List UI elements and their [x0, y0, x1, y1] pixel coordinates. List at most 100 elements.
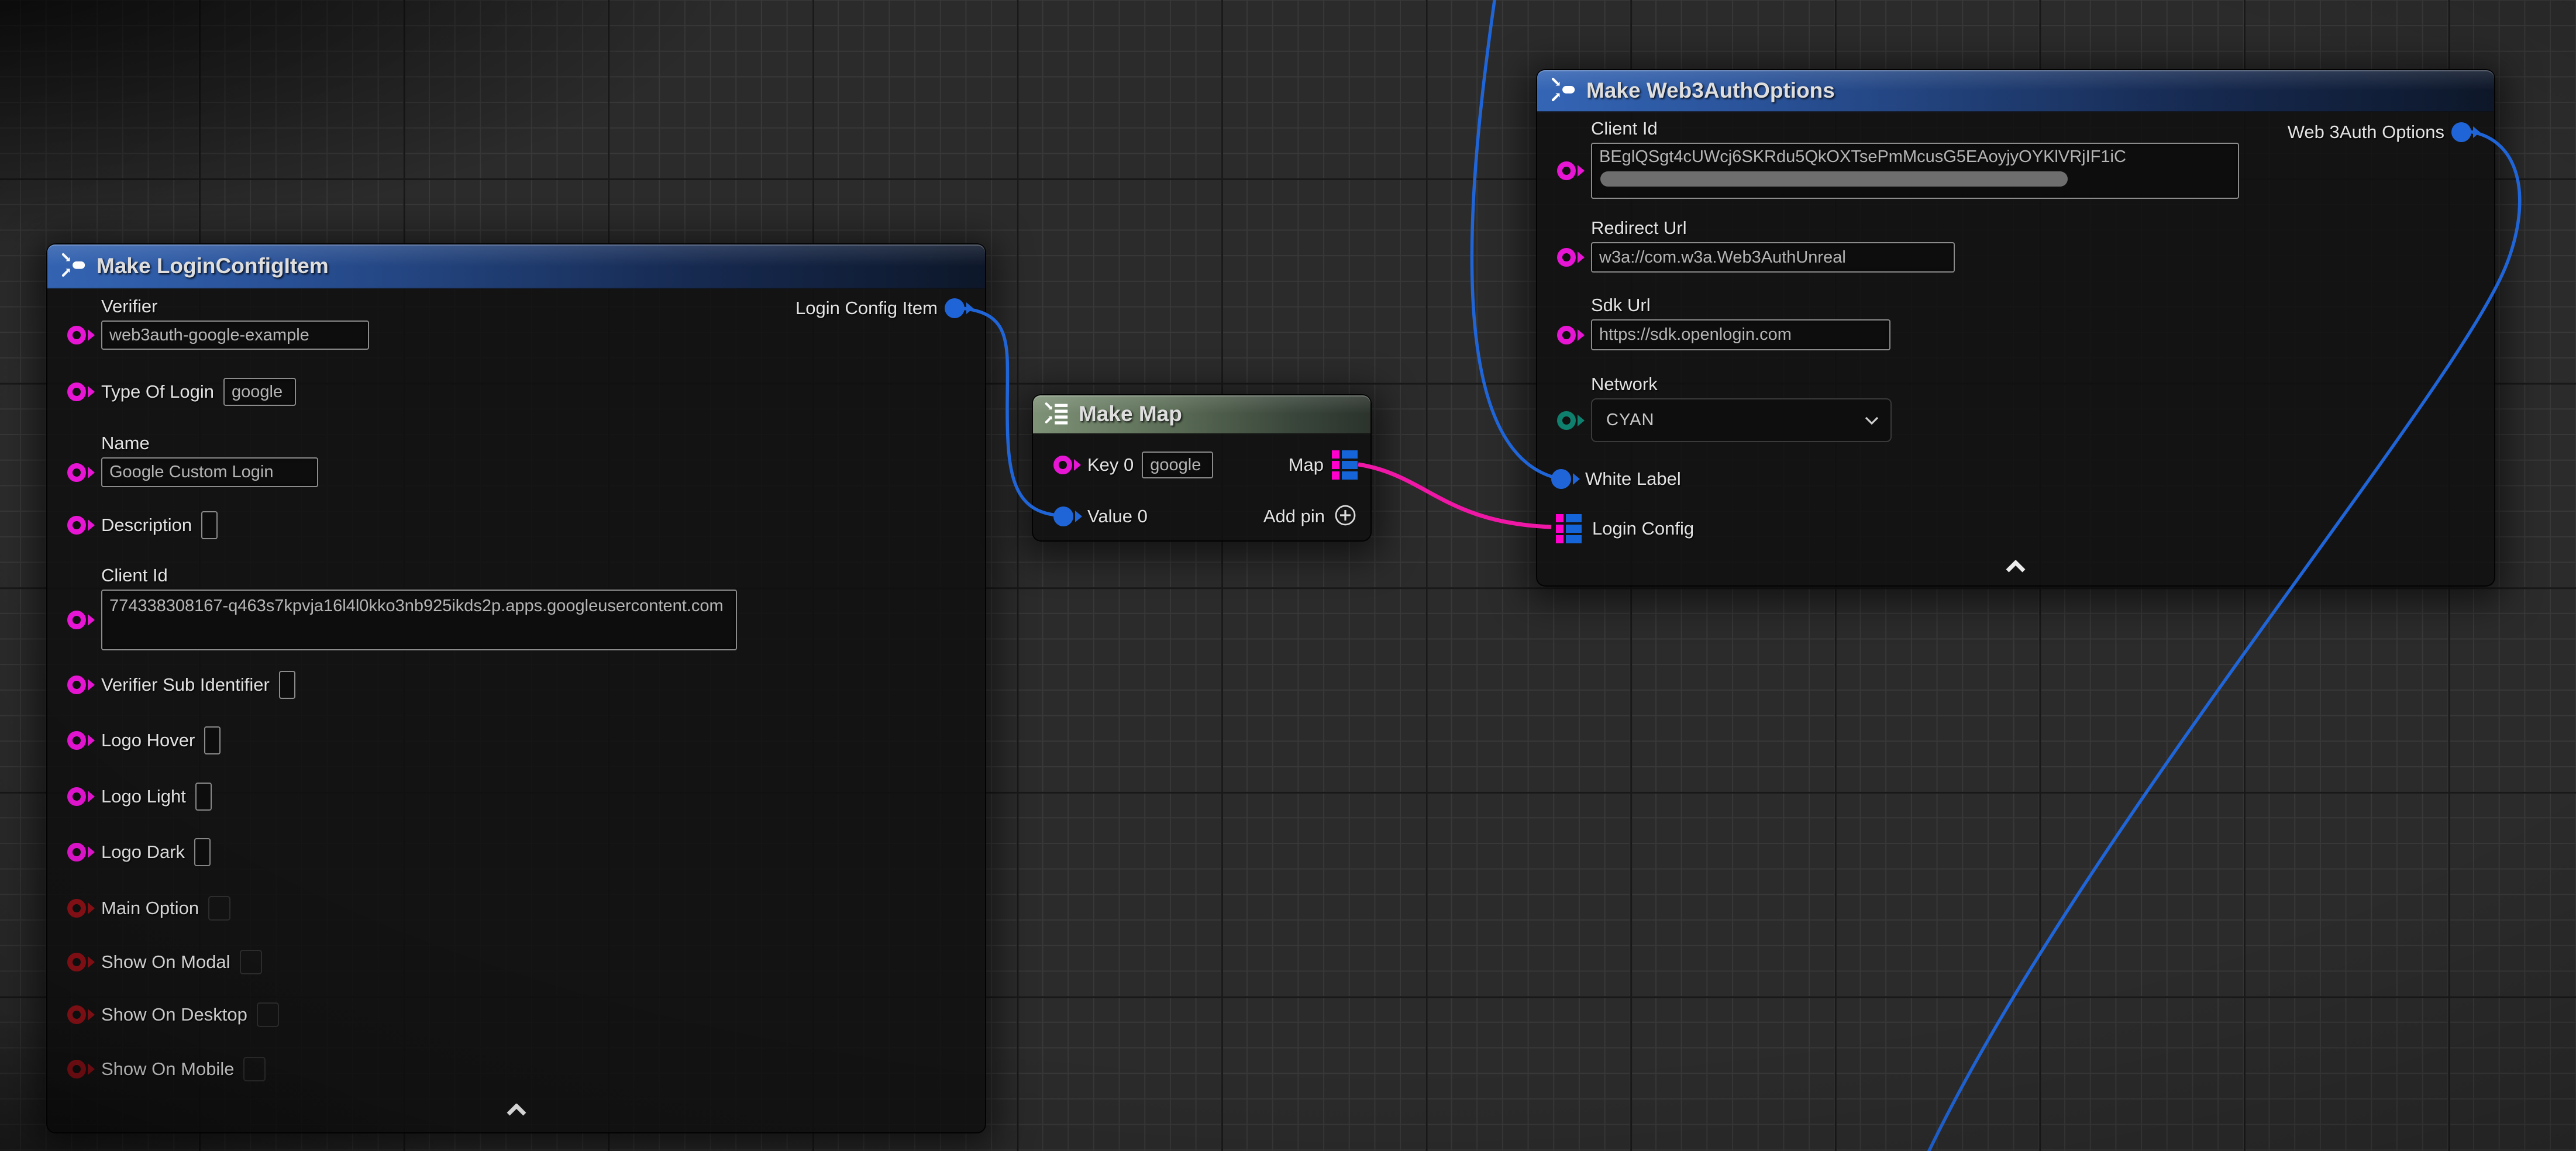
pin-wedge-icon: [88, 1063, 95, 1075]
logo-light-label: Logo Light: [101, 786, 186, 807]
sdk-url-pin[interactable]: [1557, 326, 1591, 344]
string-pin-icon: [1053, 456, 1072, 474]
string-pin-icon: [67, 676, 86, 694]
node-make-loginconfigitem[interactable]: Make LoginConfigItem Login Config Item V…: [46, 243, 986, 1133]
pin-row-name: Name Google Custom Login: [67, 433, 972, 487]
client-id-input[interactable]: 774338308167-q463s7kpvja16l4l0kko3nb925i…: [101, 590, 737, 650]
value0-pin[interactable]: [1053, 506, 1087, 526]
logo-light-input[interactable]: [195, 783, 212, 811]
show-on-mobile-pin[interactable]: [67, 1060, 101, 1078]
pin-wedge-icon: [88, 846, 95, 858]
pin-row-verifier: Verifier web3auth-google-example: [67, 296, 972, 350]
string-pin-icon: [1557, 248, 1576, 267]
bool-pin-icon: [67, 953, 86, 971]
key0-label: Key 0: [1087, 454, 1134, 475]
map-output-pin[interactable]: [1332, 450, 1358, 480]
show-on-mobile-checkbox[interactable]: [243, 1057, 266, 1081]
pin-wedge-icon: [1573, 473, 1580, 485]
network-dropdown[interactable]: CYAN: [1591, 398, 1892, 442]
bool-pin-icon: [67, 1060, 86, 1078]
client-id-input[interactable]: BEglQSgt4cUWcj6SKRdu5QkOXTsePmMcusG5EAoy…: [1591, 143, 2239, 199]
pin-wedge-icon: [88, 679, 95, 691]
sdk-url-label: Sdk Url: [1591, 295, 2481, 316]
show-on-modal-pin[interactable]: [67, 953, 101, 971]
verifier-sub-identifier-input[interactable]: [279, 671, 295, 699]
client-id-pin[interactable]: [1557, 161, 1591, 180]
pin-row-logo-hover: Logo Hover: [67, 724, 972, 757]
logo-dark-input[interactable]: [194, 838, 211, 866]
dropdown-chevron-icon: [1865, 411, 1879, 430]
pin-wedge-icon: [88, 956, 95, 968]
pin-row-description: Description: [67, 509, 972, 542]
node-header-make-map[interactable]: Make Map: [1033, 395, 1370, 434]
client-id-horizontal-scrollbar[interactable]: [1600, 171, 2068, 187]
logo-hover-input[interactable]: [204, 726, 221, 754]
type-of-login-pin[interactable]: [67, 382, 101, 401]
logo-light-pin[interactable]: [67, 787, 101, 806]
node-title: Make Map: [1079, 402, 1182, 426]
name-input[interactable]: Google Custom Login: [101, 457, 318, 487]
node-title: Make Web3AuthOptions: [1586, 78, 1835, 103]
logo-dark-pin[interactable]: [67, 843, 101, 861]
name-label: Name: [101, 433, 972, 454]
pin-row-show-on-desktop: Show On Desktop: [67, 998, 972, 1031]
logo-hover-label: Logo Hover: [101, 730, 195, 751]
bool-pin-icon: [67, 1005, 86, 1024]
redirect-url-input[interactable]: w3a://com.w3a.Web3AuthUnreal: [1591, 242, 1955, 273]
sdk-url-input[interactable]: https://sdk.openlogin.com: [1591, 319, 1890, 350]
white-label-pin[interactable]: [1551, 469, 1585, 489]
string-pin-icon: [67, 516, 86, 535]
pin-wedge-icon: [1578, 165, 1585, 177]
redirect-url-pin[interactable]: [1557, 248, 1591, 267]
pin-wedge-icon: [1074, 459, 1081, 471]
pin-row-login-config: Login Config: [1556, 512, 2481, 545]
show-on-modal-checkbox[interactable]: [240, 950, 262, 974]
add-pin-icon[interactable]: [1333, 503, 1358, 530]
verifier-input[interactable]: web3auth-google-example: [101, 321, 369, 350]
string-pin-icon: [67, 731, 86, 750]
pin-wedge-icon: [88, 735, 95, 746]
enum-pin-icon: [1557, 411, 1576, 430]
pin-wedge-icon: [88, 386, 95, 398]
pin-wedge-icon: [1578, 329, 1585, 341]
login-config-pin[interactable]: [1556, 514, 1582, 543]
pin-wedge-icon: [88, 329, 95, 341]
client-id-pin[interactable]: [67, 611, 101, 629]
description-label: Description: [101, 515, 192, 536]
verifier-sub-identifier-pin[interactable]: [67, 676, 101, 694]
bool-pin-icon: [67, 899, 86, 918]
show-on-desktop-label: Show On Desktop: [101, 1004, 247, 1025]
node-header-make-loginconfigitem[interactable]: Make LoginConfigItem: [47, 244, 985, 289]
show-on-desktop-pin[interactable]: [67, 1005, 101, 1024]
collapse-chevron-icon[interactable]: [506, 1104, 527, 1119]
pin-row-show-on-mobile: Show On Mobile: [67, 1053, 972, 1085]
client-id-label: Client Id: [1591, 118, 2481, 139]
node-make-web3authoptions[interactable]: Make Web3AuthOptions Web 3Auth Options C…: [1536, 69, 2495, 587]
pin-wedge-icon: [1075, 511, 1082, 522]
blueprint-graph-canvas[interactable]: Make LoginConfigItem Login Config Item V…: [0, 0, 2576, 1151]
node-header-make-web3authoptions[interactable]: Make Web3AuthOptions: [1537, 70, 2494, 112]
verifier-sub-identifier-label: Verifier Sub Identifier: [101, 674, 270, 695]
pin-row-main-option: Main Option: [67, 892, 972, 925]
pin-row-type-of-login: Type Of Login google: [67, 375, 972, 408]
description-input[interactable]: [201, 511, 218, 539]
string-pin-icon: [67, 843, 86, 861]
wire-map-to-login-config[interactable]: [1358, 464, 1551, 527]
pin-wedge-icon: [88, 902, 95, 914]
name-pin[interactable]: [67, 463, 101, 482]
description-pin[interactable]: [67, 516, 101, 535]
pin-row-logo-light: Logo Light: [67, 780, 972, 813]
node-make-map[interactable]: Make Map Key 0 google Map: [1032, 394, 1372, 542]
network-pin[interactable]: [1557, 411, 1591, 430]
main-option-pin[interactable]: [67, 899, 101, 918]
key0-pin[interactable]: [1053, 456, 1087, 474]
main-option-label: Main Option: [101, 898, 199, 919]
type-of-login-input[interactable]: google: [223, 378, 296, 406]
collapse-chevron-icon[interactable]: [2005, 560, 2026, 576]
show-on-desktop-checkbox[interactable]: [257, 1002, 279, 1027]
verifier-pin[interactable]: [67, 326, 101, 344]
key0-input[interactable]: google: [1142, 452, 1213, 478]
logo-hover-pin[interactable]: [67, 731, 101, 750]
redirect-url-label: Redirect Url: [1591, 218, 2481, 239]
main-option-checkbox[interactable]: [208, 896, 230, 921]
